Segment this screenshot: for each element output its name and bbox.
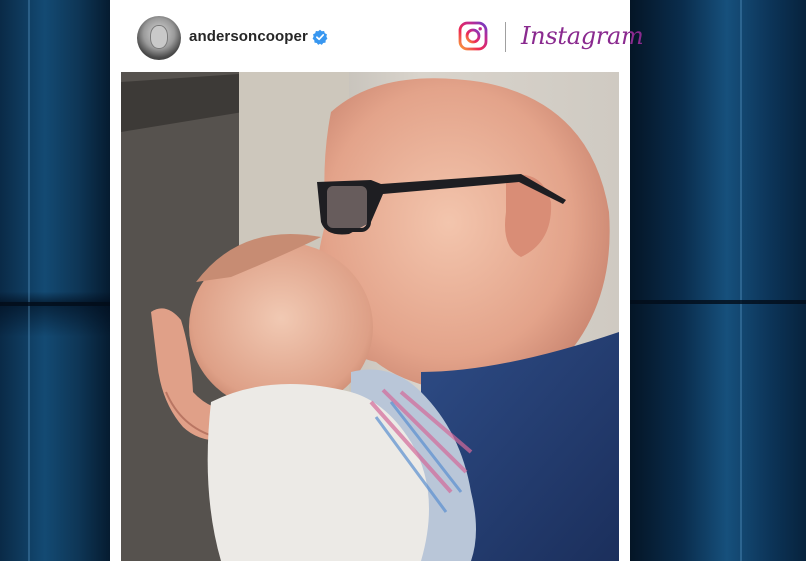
- avatar[interactable]: [137, 16, 181, 60]
- post-photo: [121, 72, 619, 561]
- verified-badge-icon: [312, 29, 328, 45]
- backdrop-panel-left: [0, 0, 112, 561]
- backdrop-seam: [630, 300, 806, 304]
- post-photo-illustration: [121, 72, 619, 561]
- backdrop-seam: [0, 302, 112, 306]
- post-header: andersoncooper Instagram: [110, 0, 644, 72]
- header-divider: [505, 22, 506, 52]
- avatar-face: [150, 25, 168, 49]
- backdrop-stripe: [28, 0, 30, 561]
- backdrop-panel-right: [630, 0, 806, 561]
- instagram-camera-icon[interactable]: [458, 21, 488, 51]
- instagram-post-card: andersoncooper Instagram: [110, 0, 644, 561]
- instagram-wordmark: Instagram: [521, 22, 644, 50]
- backdrop-stripe: [740, 0, 742, 561]
- username[interactable]: andersoncooper: [189, 28, 308, 45]
